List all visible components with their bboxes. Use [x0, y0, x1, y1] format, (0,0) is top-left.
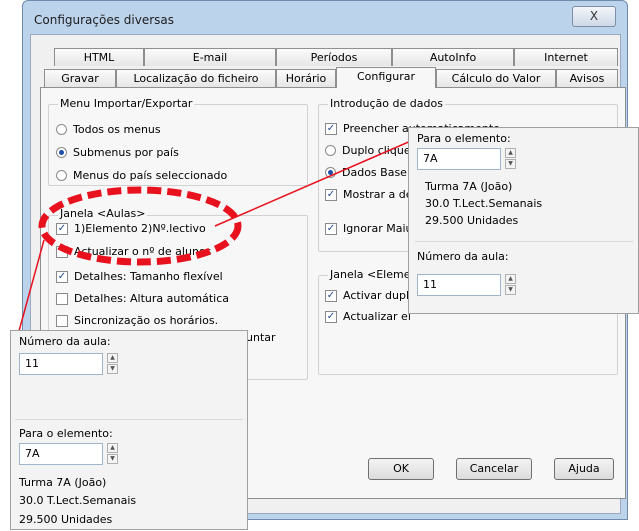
elem-input[interactable]: 7A: [417, 148, 501, 170]
popup-separator: [15, 419, 243, 420]
popup-elem-label: Para o elemento:: [417, 132, 511, 145]
popup-info-line: 30.0 T.Lect.Semanais: [19, 494, 137, 507]
elem-input[interactable]: 7A: [19, 443, 103, 465]
spin-down-icon[interactable]: ▼: [107, 364, 118, 374]
annotation-ellipse: [38, 186, 242, 266]
spin-up-icon[interactable]: ▲: [505, 148, 516, 158]
spin-up-icon[interactable]: ▲: [505, 274, 516, 284]
popup-info-line: Turma 7A (João): [425, 180, 513, 193]
popup-info-line: 29.500 Unidades: [425, 214, 519, 227]
aula-input[interactable]: 11: [417, 274, 501, 296]
tab-configurar[interactable]: Configurar: [336, 67, 436, 88]
popup-info-line: 30.0 T.Lect.Semanais: [425, 197, 543, 210]
elem-spinner[interactable]: 7A ▲ ▼: [417, 148, 519, 170]
annotation-arrow-right: [214, 136, 421, 227]
popup-aula-label: Número da aula:: [19, 335, 111, 348]
popup-right: Para o elemento: 7A ▲ ▼ Turma 7A (João) …: [408, 127, 639, 314]
aula-spinner[interactable]: 11 ▲ ▼: [417, 274, 519, 296]
aula-input[interactable]: 11: [19, 353, 103, 375]
popup-elem-label: Para o elemento:: [19, 427, 113, 440]
spin-down-icon[interactable]: ▼: [505, 285, 516, 295]
spin-up-icon[interactable]: ▲: [107, 443, 118, 453]
spin-up-icon[interactable]: ▲: [107, 353, 118, 363]
popup-aula-label: Número da aula:: [417, 250, 509, 263]
popup-left: Número da aula: 11 ▲ ▼ Para o elemento: …: [10, 330, 248, 530]
spin-down-icon[interactable]: ▼: [505, 159, 516, 169]
popup-info-line: 29.500 Unidades: [19, 513, 113, 526]
annotation-arrow-left: [15, 239, 45, 343]
spin-down-icon[interactable]: ▼: [107, 454, 118, 464]
aula-spinner[interactable]: 11 ▲ ▼: [19, 353, 121, 375]
popup-info-line: Turma 7A (João): [19, 476, 107, 489]
popup-separator: [415, 241, 633, 242]
elem-spinner[interactable]: 7A ▲ ▼: [19, 443, 121, 465]
